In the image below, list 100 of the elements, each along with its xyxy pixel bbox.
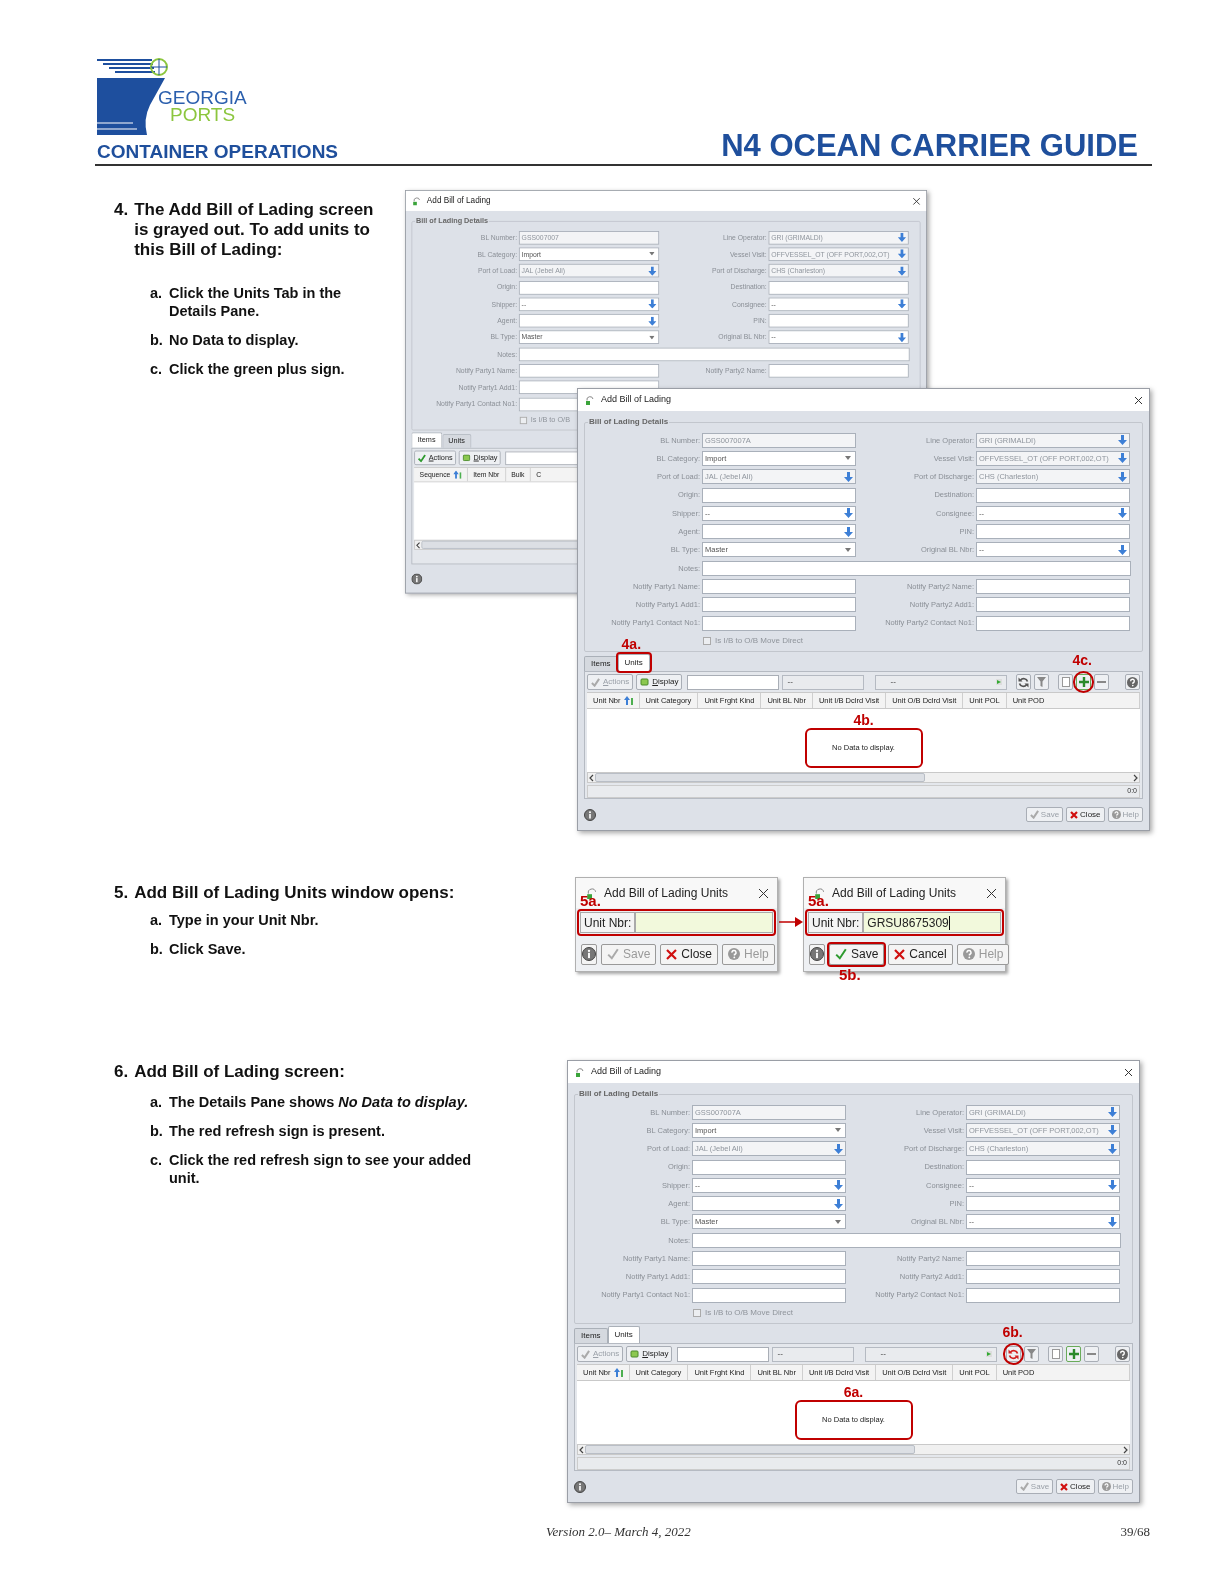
close-button[interactable]: Close <box>1056 1479 1095 1494</box>
text-field[interactable] <box>976 597 1130 613</box>
add-button[interactable] <box>1066 1346 1082 1362</box>
down-arrow-icon <box>897 332 907 343</box>
text-field[interactable] <box>518 364 660 378</box>
info-button[interactable] <box>581 943 597 965</box>
text-field[interactable] <box>692 1287 846 1303</box>
filter-button[interactable] <box>1024 1346 1040 1362</box>
text-field[interactable] <box>702 597 856 613</box>
close-button[interactable]: Close <box>1066 807 1105 822</box>
down-arrow-icon <box>1118 435 1127 446</box>
cross-icon <box>1060 1482 1069 1491</box>
text-field[interactable] <box>966 1269 1120 1285</box>
tab[interactable]: Units <box>607 1326 640 1343</box>
step-text: Click the green plus sign. <box>169 360 345 378</box>
filter-field[interactable] <box>687 674 780 690</box>
refresh-button[interactable] <box>1006 1346 1022 1362</box>
help-button[interactable] <box>1125 674 1140 690</box>
close-icon[interactable] <box>912 196 921 206</box>
text-field[interactable] <box>692 1269 846 1285</box>
dropdown-field[interactable]: -- <box>772 1346 855 1362</box>
remove-button[interactable] <box>1094 674 1110 690</box>
notes-field[interactable] <box>518 347 910 361</box>
tab[interactable]: Units <box>617 654 650 671</box>
text-field[interactable] <box>966 1287 1120 1303</box>
info-button[interactable] <box>809 943 825 965</box>
scrollbar-thumb[interactable] <box>585 1445 915 1454</box>
close-icon[interactable] <box>1124 1067 1133 1077</box>
refresh-icon <box>1018 676 1030 688</box>
page-button[interactable] <box>1048 1346 1064 1362</box>
help-icon <box>1117 1348 1128 1360</box>
check-icon <box>1029 810 1039 819</box>
page-icon <box>1062 677 1070 687</box>
text-field[interactable] <box>976 615 1130 631</box>
display-button[interactable]: Display <box>626 1346 673 1362</box>
text-field[interactable] <box>768 314 909 328</box>
text-field[interactable] <box>702 487 856 503</box>
text-field[interactable] <box>518 280 660 295</box>
close-icon[interactable] <box>758 887 769 899</box>
scrollbar[interactable] <box>587 772 1140 783</box>
refresh-button[interactable] <box>1016 674 1032 690</box>
logo-text: GEORGIA <box>158 88 247 108</box>
group-label: Bill of Lading Details <box>578 1088 660 1100</box>
dropdown-field[interactable]: -- <box>875 674 1008 690</box>
notes-field[interactable] <box>702 560 1131 576</box>
remove-button[interactable] <box>1084 1346 1100 1362</box>
scrollbar[interactable] <box>577 1444 1130 1455</box>
text-field[interactable] <box>702 579 856 594</box>
plus-icon <box>1079 677 1089 687</box>
callout-label: 6b. <box>1002 1325 1023 1339</box>
scrollbar-thumb[interactable] <box>595 773 925 782</box>
text-field[interactable] <box>702 615 856 631</box>
step-letter: b. <box>150 1122 164 1140</box>
text-field[interactable] <box>966 1251 1120 1266</box>
checkbox[interactable] <box>693 1309 701 1318</box>
text-field[interactable] <box>976 579 1130 594</box>
close-icon[interactable] <box>986 887 997 899</box>
text-field[interactable] <box>768 364 909 378</box>
checkbox[interactable] <box>703 637 711 646</box>
filter-button[interactable] <box>1034 674 1050 690</box>
checkbox[interactable] <box>519 417 528 425</box>
text-field[interactable] <box>768 280 909 295</box>
arrow <box>779 917 803 927</box>
text-field[interactable] <box>692 1159 846 1175</box>
help-icon <box>1101 1482 1111 1491</box>
lookup-field[interactable] <box>518 314 660 328</box>
add-button[interactable] <box>1076 674 1092 690</box>
text-field[interactable] <box>966 1196 1120 1212</box>
tab[interactable]: Items <box>584 656 618 671</box>
text-field[interactable] <box>976 524 1130 540</box>
close-icon[interactable] <box>1134 395 1143 405</box>
window-title: Add Bill of Lading Units <box>832 885 957 902</box>
text-field[interactable] <box>976 487 1130 503</box>
notes-field[interactable] <box>692 1232 1121 1248</box>
tab[interactable]: Items <box>574 1328 608 1343</box>
step-heading: The Add Bill of Lading screen is grayed out. To add units to this Bill of Lading: <box>134 200 375 260</box>
info-icon <box>810 947 824 961</box>
text-field[interactable] <box>692 1251 846 1266</box>
filter-field[interactable] <box>677 1346 770 1362</box>
sort-icon <box>453 470 462 479</box>
dropdown-field[interactable]: -- <box>782 674 865 690</box>
callout-label: 4b. <box>853 713 874 728</box>
save-button[interactable]: Save <box>829 943 885 965</box>
filter-icon <box>1037 677 1047 687</box>
check-icon <box>591 677 600 687</box>
lookup-field[interactable] <box>692 1196 846 1212</box>
display-button[interactable]: Display <box>636 674 683 690</box>
lookup-field[interactable] <box>702 524 856 540</box>
unit-number-field[interactable]: GRSU8675309 <box>863 912 1001 933</box>
page-button[interactable] <box>1058 674 1074 690</box>
callout-label: 5a. <box>808 893 829 908</box>
play-arrow-icon <box>996 679 1003 685</box>
cancel-button[interactable]: Cancel <box>888 943 953 965</box>
help-button[interactable] <box>1115 1346 1130 1362</box>
info-icon <box>574 1480 586 1493</box>
close-button[interactable]: Close <box>660 943 719 965</box>
text-field[interactable] <box>966 1159 1120 1175</box>
unit-number-field[interactable] <box>635 912 773 933</box>
page-number: 39/68 <box>1120 1523 1150 1541</box>
dropdown-field[interactable]: -- <box>865 1346 998 1362</box>
